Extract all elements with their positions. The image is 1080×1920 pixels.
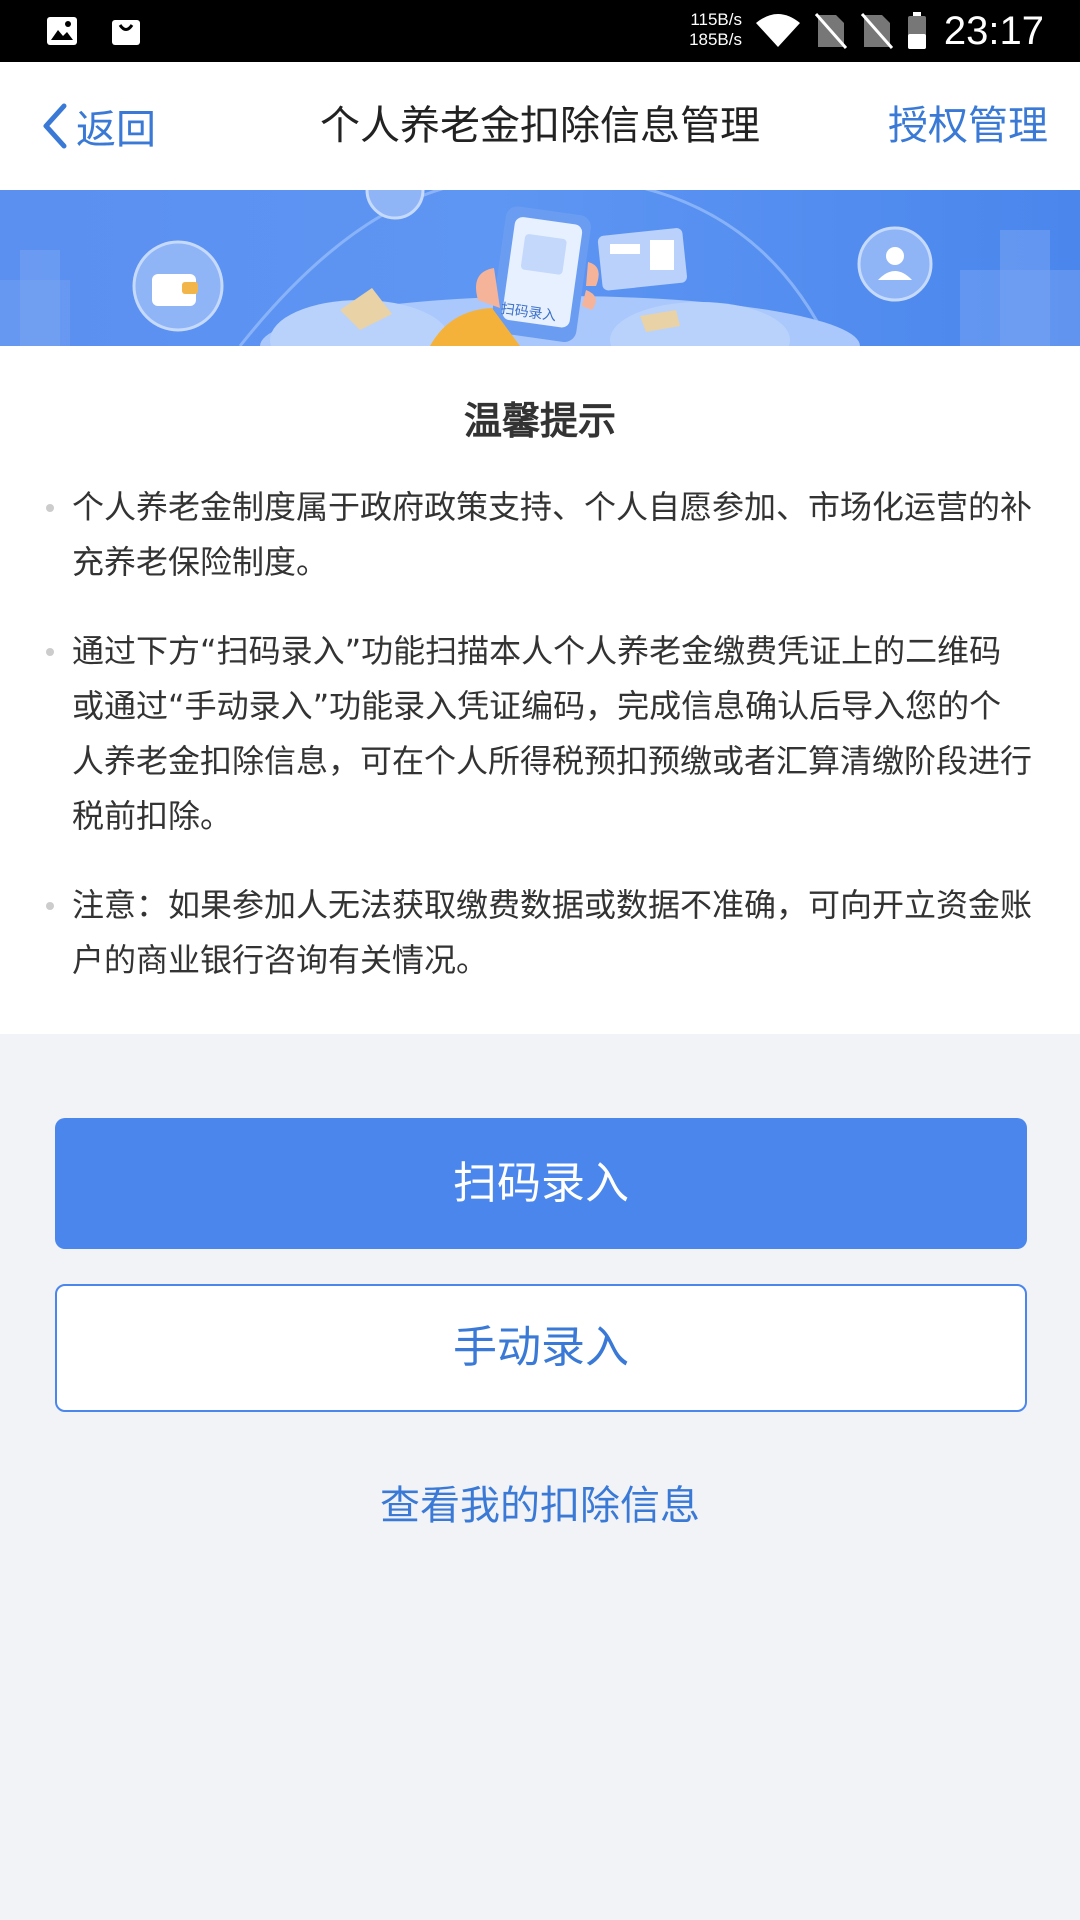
speed-up: 115B/s: [690, 10, 742, 29]
view-deduction-info-link[interactable]: 查看我的扣除信息: [0, 1476, 1080, 1536]
user-icon: [886, 247, 904, 265]
nav-bar: 返回 个人养老金扣除信息管理 授权管理: [0, 62, 1080, 190]
status-bar: 115B/s 185B/s 23:17: [0, 0, 1080, 62]
image-icon: [47, 17, 77, 45]
tips-card: 温馨提示 个人养老金制度属于政府政策支持、个人自愿参加、市场化运营的补充养老保险…: [0, 346, 1080, 1034]
clock: 23:17: [943, 9, 1044, 53]
authorization-management-link[interactable]: 授权管理: [888, 96, 1048, 156]
scan-entry-button[interactable]: 扫码录入: [55, 1118, 1027, 1249]
tip-item: 注意：如果参加人无法获取缴费数据或数据不准确，可向开立资金账户的商业银行咨询有关…: [46, 878, 1032, 988]
banner: 扫码录入: [0, 190, 1080, 346]
status-right-icons: [755, 12, 927, 50]
back-label: 返回: [76, 107, 156, 153]
tip-item: 通过下方“扫码录入”功能扫描本人个人养老金缴费凭证上的二维码或通过“手动录入”功…: [46, 624, 1032, 844]
wifi-icon: [756, 14, 800, 47]
network-speed: 115B/s 185B/s: [672, 10, 742, 50]
tips-title: 温馨提示: [463, 399, 616, 443]
banner-illustration: 扫码录入: [0, 190, 1080, 346]
shopping-bag-icon: [112, 20, 140, 45]
battery-icon: [908, 12, 926, 49]
tip-item: 个人养老金制度属于政府政策支持、个人自愿参加、市场化运营的补充养老保险制度。: [46, 480, 1032, 590]
back-button[interactable]: 返回: [40, 96, 156, 156]
status-left-icons: [46, 16, 142, 46]
no-sim-icon: [815, 13, 847, 49]
manual-entry-button[interactable]: 手动录入: [55, 1284, 1027, 1412]
no-sim-icon: [861, 13, 893, 49]
phone-illustration: 扫码录入: [491, 206, 591, 342]
page-title: 个人养老金扣除信息管理: [320, 103, 760, 149]
chevron-left-icon: [43, 103, 67, 149]
speed-down: 185B/s: [689, 30, 742, 49]
